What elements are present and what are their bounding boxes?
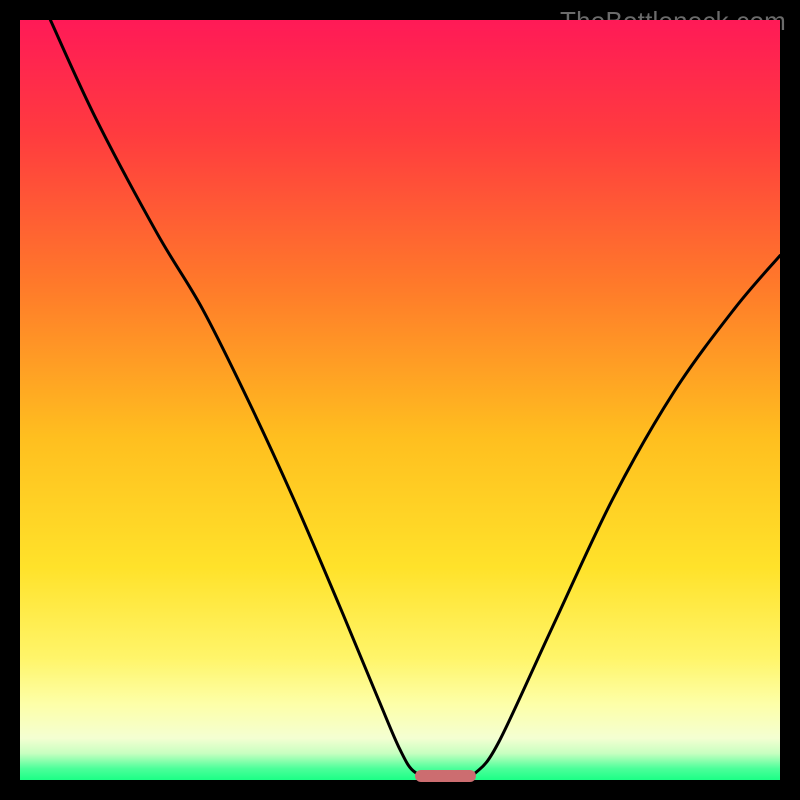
bottleneck-curve: [20, 20, 780, 780]
chart-frame: TheBottleneck.com: [0, 0, 800, 800]
optimal-marker: [415, 770, 476, 782]
plot-area: [20, 20, 780, 780]
